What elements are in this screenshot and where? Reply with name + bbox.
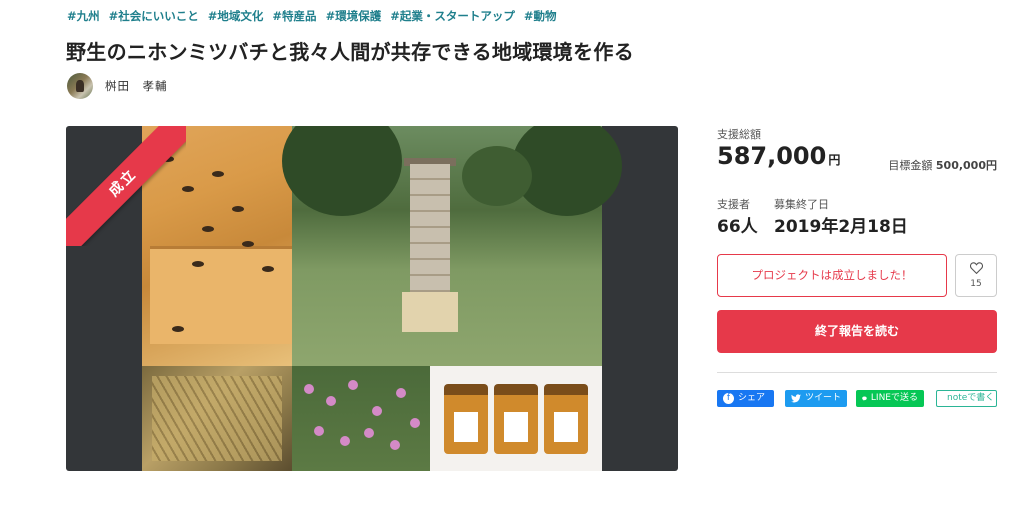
tag-startup[interactable]: #起業・スタートアップ — [390, 8, 515, 24]
tag-local-products[interactable]: #特産品 — [272, 8, 316, 24]
twitter-share-button[interactable]: ツイート — [785, 390, 847, 407]
project-owner[interactable]: 桝田 孝輔 — [67, 73, 168, 99]
facebook-share-label: シェア — [738, 393, 766, 403]
tag-local-culture[interactable]: #地域文化 — [208, 8, 264, 24]
avatar[interactable] — [67, 73, 93, 99]
success-ribbon: 成立 — [66, 126, 186, 246]
divider — [717, 372, 997, 373]
tag-animals[interactable]: #動物 — [524, 8, 557, 24]
deadline-label: 募集終了日 — [774, 198, 829, 211]
tag-social-good[interactable]: #社会にいいこと — [109, 8, 199, 24]
read-final-report-button[interactable]: 終了報告を読む — [717, 310, 997, 353]
facebook-icon: f — [723, 393, 734, 404]
twitter-icon — [791, 394, 801, 403]
page-title: 野生のニホンミツバチと我々人間が共存できる地域環境を作る — [66, 40, 634, 64]
project-main-image — [142, 126, 622, 471]
owner-name[interactable]: 桝田 孝輔 — [105, 78, 168, 94]
goal-value: 500,000円 — [935, 159, 997, 172]
photo-hive-in-garden — [282, 126, 622, 366]
facebook-share-button[interactable]: f シェア — [717, 390, 774, 407]
success-badge: 成立 — [66, 126, 186, 246]
total-value: 587,000 — [717, 142, 827, 170]
total-unit: 円 — [828, 153, 841, 167]
note-share-button[interactable]: noteで書く — [936, 390, 997, 407]
project-success-status: プロジェクトは成立しました！ — [717, 254, 947, 297]
share-buttons: f シェア ツイート LINEで送る noteで書く — [717, 390, 997, 408]
total-amount: 587,000 円 — [717, 142, 840, 170]
project-image-gallery[interactable]: 成立 — [66, 126, 678, 471]
backers-label: 支援者 — [717, 198, 750, 211]
note-share-label: noteで書く — [947, 393, 995, 403]
line-icon — [862, 396, 867, 401]
twitter-share-label: ツイート — [804, 393, 841, 403]
photo-honeycomb — [142, 366, 292, 471]
photo-flowers — [292, 366, 430, 471]
goal-label: 目標金額 — [888, 159, 933, 172]
backers-count: 66人 — [717, 217, 758, 237]
photo-honey-jars — [430, 366, 602, 471]
favorite-button[interactable]: 15 — [955, 254, 997, 297]
heart-icon — [970, 262, 983, 274]
total-label: 支援総額 — [717, 128, 761, 141]
goal-amount: 目標金額 500,000円 — [888, 157, 997, 173]
line-share-button[interactable]: LINEで送る — [856, 390, 924, 407]
tag-environment[interactable]: #環境保護 — [326, 8, 382, 24]
tag-list: #九州 #社会にいいこと #地域文化 #特産品 #環境保護 #起業・スタートアッ… — [67, 8, 556, 24]
tag-kyushu[interactable]: #九州 — [67, 8, 100, 24]
favorite-count: 15 — [970, 279, 982, 289]
line-share-label: LINEで送る — [870, 393, 918, 403]
deadline-date: 2019年2月18日 — [774, 217, 908, 237]
